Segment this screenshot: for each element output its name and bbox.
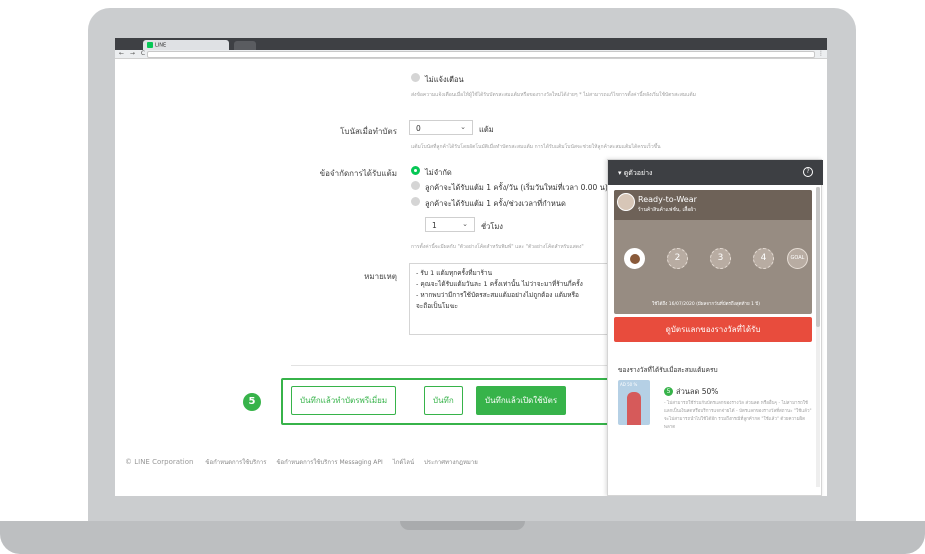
browser-tab-line[interactable]: LINE	[143, 40, 229, 50]
note-line: - หากพบว่ามีการใช้บัตรสะสมแต้มอย่างไม่ถู…	[416, 291, 579, 299]
hours-value: 1	[432, 221, 437, 230]
footer-link-guidelines[interactable]: ไกด์ไลน์	[393, 459, 414, 466]
shop-category: ร้านค้าสินค้าแฟชั่น, เสื้อผ้า	[638, 207, 696, 213]
save-button[interactable]: บันทึก	[424, 386, 463, 415]
radio-limit-period[interactable]	[411, 197, 420, 206]
limit-label: ข้อจำกัดการได้รับแต้ม	[319, 169, 397, 178]
browser-menu-icon[interactable]: ⋮	[818, 50, 824, 57]
preview-panel: ▾ ดูตัวอย่าง ? Ready-to-Wear ร้านค้าสินค…	[607, 159, 823, 496]
preview-panel-title: ▾ ดูตัวอย่าง	[618, 169, 653, 177]
reward-stamp-count-badge: 5	[664, 387, 673, 396]
card-header: Ready-to-Wear ร้านค้าสินค้าแฟชั่น, เสื้อ…	[614, 190, 812, 220]
limit-option-label: ลูกค้าจะได้รับแต้ม 1 ครั้ง/วัน (เริ่มวัน…	[425, 183, 608, 192]
note-line: - รับ 1 แต้มทุกครั้งที่มาร้าน	[416, 269, 493, 277]
issue-bonus-hint: แต้มโบนัสที่ลูกค้าได้รับโดยอัตโนมัติเมื่…	[411, 144, 661, 150]
reward-name: ส่วนลด 50%	[676, 387, 719, 396]
preview-scrollbar[interactable]	[816, 187, 820, 487]
bear-icon	[630, 254, 640, 264]
browser-address-bar: ← → C ⋮	[115, 50, 827, 59]
footer-copyright: © LINE Corporation	[125, 458, 194, 466]
new-tab-button[interactable]	[234, 41, 256, 50]
limit-option-label: ลูกค้าจะได้รับแต้ม 1 ครั้ง/ช่วงเวลาที่กำ…	[425, 199, 566, 208]
help-icon[interactable]: ?	[803, 167, 813, 177]
browser-tab-bar: LINE	[115, 38, 827, 56]
save-and-publish-button[interactable]: บันทึกแล้วเปิดใช้บัตร	[476, 386, 567, 415]
note-line: จะถือเป็นโมฆะ	[416, 302, 459, 310]
issue-bonus-label: โบนัสเมื่อทำบัตร	[340, 127, 397, 136]
reward-description: - ไม่สามารถใช้ร่วมกับบัตรแลกของรางวัล ส่…	[664, 401, 812, 430]
footer-link-terms[interactable]: ข้อกำหนดการใช้บริการ	[205, 459, 266, 466]
line-logo-icon	[147, 42, 153, 48]
chevron-down-icon: ⌄	[462, 220, 468, 228]
stamp-filled-bear-icon	[624, 248, 645, 269]
stamp-slot: 4	[753, 248, 774, 269]
stamp-goal: GOAL	[787, 248, 808, 269]
preview-panel-header[interactable]: ▾ ดูตัวอย่าง ?	[608, 160, 823, 185]
issue-bonus-select[interactable]: 0 ⌄	[409, 120, 473, 135]
browser-tab-label: LINE	[155, 42, 167, 49]
footer-link-legal[interactable]: ประกาศทางกฎหมาย	[424, 459, 478, 466]
laptop-screen: LINE ← → C ⋮ ไม่แจ้งเตือน ส่งข้อความแจ้ง…	[115, 38, 827, 496]
reward-image-figure	[627, 392, 641, 425]
page-footer: © LINE Corporation ข้อกำหนดการใช้บริการ …	[125, 457, 486, 467]
card-expiry: ใช้ได้ถึง 16/07/2020 (มีผลจากวันที่บัตรถ…	[652, 302, 760, 307]
browser-nav-icons[interactable]: ← → C	[119, 50, 147, 57]
step-number-badge: 5	[243, 393, 261, 411]
stamp-slot: 3	[710, 248, 731, 269]
note-textarea[interactable]: - รับ 1 แต้มทุกครั้งที่มาร้าน - คุณจะได้…	[409, 263, 619, 335]
hours-unit: ชั่วโมง	[481, 222, 503, 231]
limit-hint: การตั้งค่านี้จะมีผลกับ "ตัวอย่างโค้ดสำหร…	[411, 244, 584, 250]
issue-bonus-value: 0	[416, 124, 421, 133]
stamp-row: 2 3 4 GOAL	[624, 248, 808, 272]
radio-limit-daily[interactable]	[411, 181, 420, 190]
save-and-issue-premium-button[interactable]: บันทึกแล้วทำบัตรพรีเมี่ยม	[291, 386, 397, 415]
issue-bonus-unit: แต้ม	[479, 125, 494, 134]
url-input[interactable]	[147, 51, 815, 58]
reward-section-title: ของรางวัลที่ได้รับเมื่อสะสมแต้มครบ	[618, 366, 718, 374]
reward-image: AD 50 %	[618, 380, 650, 425]
limit-option-label: ไม่จำกัด	[425, 168, 452, 177]
shop-avatar	[617, 193, 635, 211]
page-content: ไม่แจ้งเตือน ส่งข้อความแจ้งเตือนเมื่อให้…	[115, 59, 827, 496]
view-reward-tickets-button[interactable]: ดูบัตรแลกของรางวัลที่ได้รับ	[614, 317, 812, 342]
radio-no-notify[interactable]	[411, 73, 420, 82]
note-line: - คุณจะได้รับแต้มวันละ 1 ครั้งเท่านั้น ไ…	[416, 280, 583, 288]
footer-link-api-terms[interactable]: ข้อกำหนดการใช้บริการ Messaging API	[276, 459, 382, 466]
shop-name: Ready-to-Wear	[638, 195, 697, 204]
reward-image-tag: AD 50 %	[620, 382, 638, 387]
divider	[291, 365, 631, 366]
stamp-card-preview: Ready-to-Wear ร้านค้าสินค้าแฟชั่น, เสื้อ…	[614, 190, 812, 314]
chevron-down-icon: ⌄	[460, 123, 466, 131]
scrollbar-thumb[interactable]	[816, 187, 820, 327]
stamp-slot: 2	[667, 248, 688, 269]
notify-hint: ส่งข้อความแจ้งเตือนเมื่อให้ผู้ใช้ได้รับบ…	[411, 92, 696, 98]
laptop-notch	[400, 521, 525, 530]
note-label: หมายเหตุ	[364, 272, 397, 281]
hours-select[interactable]: 1 ⌄	[425, 217, 475, 232]
option-no-notify-label: ไม่แจ้งเตือน	[425, 75, 464, 84]
radio-limit-none[interactable]	[411, 166, 420, 175]
